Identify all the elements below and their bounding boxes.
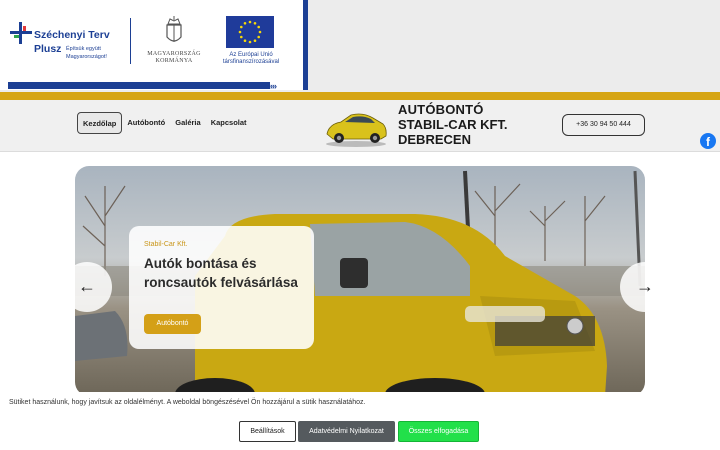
eu-text-line1: Az Európai Unió xyxy=(229,52,273,58)
hero-card: Stabil-Car Kft. Autók bontása és roncsau… xyxy=(129,226,314,349)
slider-next-arrow-icon[interactable]: → xyxy=(620,262,670,312)
nav-item-gallery[interactable]: Galéria xyxy=(170,112,205,134)
nav-item-home[interactable]: Kezdőlap xyxy=(77,112,123,134)
hero-title-line2: roncsautók felvásárlása xyxy=(144,275,298,290)
eu-text-line2: társfinanszírozásával xyxy=(222,59,280,65)
brand-line2: STABIL-CAR KFT. xyxy=(398,117,508,132)
gov-text-line2: KORMÁNYA xyxy=(155,58,193,64)
szechenyi-logo-icon xyxy=(10,22,32,44)
grant-title-line1: Széchenyi Terv xyxy=(34,29,110,41)
yellow-accent-bar xyxy=(0,92,720,100)
cookie-banner: Sütiket használunk, hogy javítsuk az old… xyxy=(0,392,720,450)
grant-card: Széchenyi Terv Plusz Építsük együtt Magy… xyxy=(0,0,308,91)
brand-line1: AUTÓBONTÓ xyxy=(398,102,484,117)
hungary-crest-icon xyxy=(166,16,182,42)
hero-autobonto-button[interactable]: Autóbontó xyxy=(144,314,201,334)
logo-car-image[interactable] xyxy=(323,106,389,148)
hero-slider: Stabil-Car Kft. Autók bontása és roncsau… xyxy=(75,166,645,396)
nav-item-autobonto[interactable]: Autóbontó xyxy=(122,112,170,134)
slider-prev-arrow-icon[interactable]: ← xyxy=(62,262,112,312)
grant-chevrons-icon: »» xyxy=(268,81,277,91)
hero-title-line1: Autók bontása és xyxy=(144,256,257,271)
grant-divider xyxy=(130,18,131,64)
grant-tagline-line2: Magyarországot! xyxy=(66,54,107,60)
cookie-settings-button[interactable]: Beállítások xyxy=(239,421,296,442)
gov-text-line1: MAGYARORSZÁG xyxy=(147,51,201,57)
grant-blue-line xyxy=(8,82,270,89)
privacy-policy-button[interactable]: Adatvédelmi Nyilatkozat xyxy=(298,421,395,442)
cookie-text: Sütiket használunk, hogy javítsuk az old… xyxy=(9,399,366,406)
grant-tagline-line1: Építsük együtt xyxy=(66,46,101,52)
main-nav: Kezdőlap Autóbontó Galéria Kapcsolat xyxy=(77,112,252,134)
eu-flag-icon xyxy=(226,16,274,48)
grant-banner: Széchenyi Terv Plusz Építsük együtt Magy… xyxy=(0,0,720,92)
facebook-icon[interactable]: f xyxy=(700,133,716,149)
phone-button[interactable]: +36 30 94 50 444 xyxy=(562,114,645,136)
nav-item-contact[interactable]: Kapcsolat xyxy=(206,112,252,134)
brand-line3: DEBRECEN xyxy=(398,132,471,147)
grant-title-line2: Plusz xyxy=(34,43,62,55)
accept-all-cookies-button[interactable]: Összes elfogadása xyxy=(398,421,479,442)
hero-tag: Stabil-Car Kft. xyxy=(144,241,188,248)
